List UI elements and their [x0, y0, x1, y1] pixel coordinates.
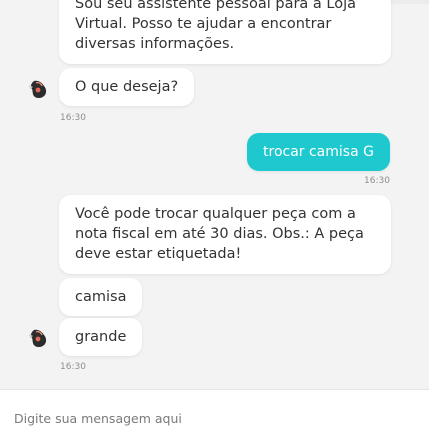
- bot-message: camisa: [59, 278, 143, 316]
- bot-avatar-icon: [26, 77, 50, 101]
- bot-message: O que deseja?: [59, 68, 195, 106]
- bot-message: Você pode trocar qualquer peça com a not…: [59, 195, 391, 274]
- message-composer: [0, 389, 429, 447]
- message-timestamp: 16:30: [60, 113, 86, 123]
- message-timestamp: 16:30: [60, 362, 86, 372]
- message-input[interactable]: [12, 406, 416, 430]
- scroll-indicator: [388, 0, 429, 4]
- bot-avatar-icon: [26, 326, 50, 350]
- bot-message: grande: [59, 318, 143, 356]
- bot-message: Sou seu assistente pessoal para a Loja V…: [59, 0, 391, 64]
- user-message: trocar camisa G: [247, 133, 390, 171]
- message-timestamp: 16:30: [364, 176, 390, 186]
- chat-area: Sou seu assistente pessoal para a Loja V…: [0, 0, 429, 389]
